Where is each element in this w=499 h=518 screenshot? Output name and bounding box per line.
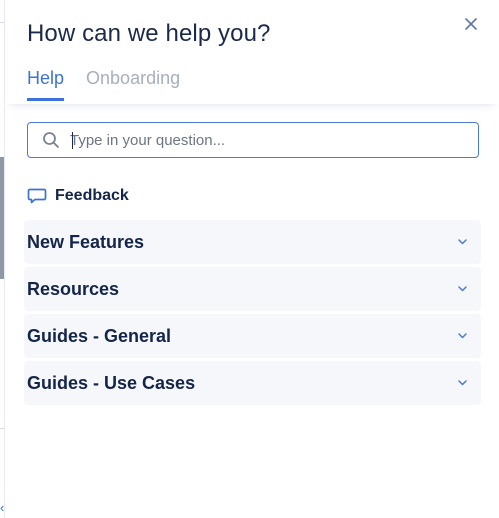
section-guides-use-cases[interactable]: Guides - Use Cases (24, 361, 481, 405)
help-sections: New Features Resources Guides - General … (24, 220, 481, 408)
search-input[interactable] (68, 130, 462, 150)
tab-bar: Help Onboarding (27, 68, 180, 101)
search-icon (43, 132, 59, 148)
feedback-label: Feedback (55, 187, 129, 204)
feedback-link[interactable]: Feedback (27, 187, 129, 205)
section-label: New Features (27, 231, 145, 252)
section-new-features[interactable]: New Features (24, 220, 481, 264)
section-label: Guides - Use Cases (27, 372, 196, 393)
speech-bubble-icon (27, 188, 47, 204)
text-cursor (72, 132, 73, 149)
help-panel: How can we help you? Help Onboarding Fee… (4, 0, 499, 518)
chevron-down-icon (458, 286, 467, 292)
section-resources[interactable]: Resources (24, 267, 481, 311)
chevron-down-icon (458, 239, 467, 245)
tab-help[interactable]: Help (27, 68, 65, 101)
section-guides-general[interactable]: Guides - General (24, 314, 481, 358)
section-label: Resources (27, 278, 120, 299)
section-label: Guides - General (27, 325, 172, 346)
tab-onboarding[interactable]: Onboarding (86, 68, 180, 101)
chevron-down-icon (458, 333, 467, 339)
close-icon[interactable] (463, 16, 479, 32)
search-box[interactable] (27, 122, 479, 158)
chevron-down-icon (458, 380, 467, 386)
panel-title: How can we help you? (27, 20, 271, 47)
help-panel-header: How can we help you? Help Onboarding (5, 0, 499, 104)
